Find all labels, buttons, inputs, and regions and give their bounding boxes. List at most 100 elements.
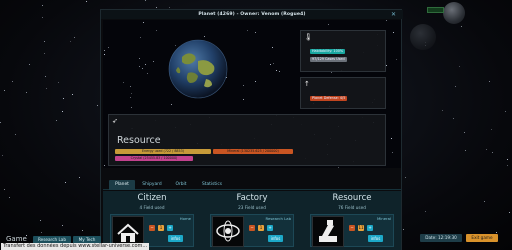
star [40, 219, 42, 221]
star [392, 32, 394, 34]
habitability-box: 🌡 Habitability: 100% 97/129 Cases Used [300, 30, 386, 72]
downgrade-button[interactable]: − [349, 225, 355, 231]
arrow-up-icon: ↑ [304, 80, 310, 88]
star [271, 47, 273, 49]
mineral-bar: Mineral (130235.625 / 200000) [213, 149, 293, 154]
defense-tag: Planet Defense: 4/5 [310, 96, 348, 101]
star [40, 231, 42, 233]
panel-title: Planet (4269) - Owner: Venom (Rogue4) [101, 10, 403, 19]
star [255, 31, 257, 33]
star [509, 212, 511, 214]
star [454, 86, 456, 88]
star [425, 210, 427, 212]
star [242, 85, 244, 87]
status-bar: Transfert des données depuis www.stellar… [1, 243, 150, 250]
star [79, 176, 81, 178]
star [41, 5, 43, 7]
star [103, 50, 105, 52]
top-status-badge[interactable] [427, 7, 444, 13]
star [272, 63, 274, 65]
star [495, 231, 497, 233]
star [155, 30, 157, 32]
star [4, 189, 6, 191]
game-label: Game [6, 235, 27, 243]
close-icon[interactable]: ✕ [390, 11, 397, 18]
star [270, 63, 272, 65]
star [43, 40, 45, 42]
star [330, 71, 332, 73]
star [404, 176, 406, 178]
star [278, 71, 280, 73]
card-name: Research Lab [265, 216, 291, 221]
star [72, 94, 74, 96]
downgrade-button[interactable]: − [149, 225, 155, 231]
defense-box: ↑ Planet Defense: 4/5 [300, 77, 386, 109]
star [463, 132, 465, 134]
energy-bar: Energy used (722 / 8853) [115, 149, 211, 154]
star [45, 88, 47, 90]
star [464, 149, 466, 151]
star [204, 35, 206, 37]
upgrade-button[interactable]: + [267, 225, 273, 231]
column-subtitle: 4 Field used [139, 205, 165, 210]
star [142, 21, 144, 23]
column-title: Factory [236, 193, 268, 203]
star [484, 200, 486, 202]
star [129, 96, 131, 98]
card-name: Mineral [376, 216, 391, 221]
star [130, 86, 132, 88]
tab-orbit[interactable]: Orbit [171, 180, 191, 190]
cursor-icon: ➶ [112, 117, 118, 125]
star [131, 107, 133, 109]
star [57, 82, 59, 84]
star [442, 110, 444, 112]
exit-game-button[interactable]: Exit game [466, 234, 498, 242]
level-count: 1 [258, 225, 264, 231]
star [243, 99, 245, 101]
star [139, 37, 141, 39]
star [42, 17, 44, 19]
star [506, 158, 508, 160]
star [3, 89, 5, 91]
star [104, 164, 106, 166]
star [254, 81, 256, 83]
star [65, 182, 67, 184]
thermometer-icon: 🌡 [304, 33, 313, 41]
star [460, 26, 462, 28]
star [29, 64, 31, 66]
star [85, 0, 87, 2]
star [458, 66, 460, 68]
tab-shipyard[interactable]: Shipyard [139, 180, 165, 190]
tab-statistics[interactable]: Statistics [197, 180, 227, 190]
star [175, 44, 177, 46]
planet-globe [168, 39, 228, 99]
planet-view: 🌡 Habitability: 100% 97/129 Cases Used ↑… [103, 20, 401, 168]
column-title: Citizen [137, 193, 167, 203]
card-name: Home [179, 216, 191, 221]
date-display: Date: 12:19:30 [420, 234, 462, 242]
star [108, 47, 110, 49]
star [391, 152, 393, 154]
star [147, 73, 149, 75]
star [386, 20, 388, 22]
star [63, 97, 65, 99]
star [138, 65, 140, 67]
star [504, 111, 506, 113]
star [61, 224, 63, 226]
level-count: 1 [158, 225, 164, 231]
tab-planet[interactable]: Planet [109, 180, 135, 190]
star [452, 117, 454, 119]
star [55, 119, 57, 121]
star [403, 228, 405, 230]
star [104, 53, 106, 55]
panel-tabs: Planet Shipyard Orbit Statistics [103, 178, 401, 190]
star [170, 103, 172, 105]
star [96, 104, 98, 106]
column-subtitle: 23 Field used [238, 205, 266, 210]
upgrade-button[interactable]: + [167, 225, 173, 231]
star [1, 154, 3, 156]
upgrade-button[interactable]: + [367, 225, 373, 231]
column-title: Resource [332, 193, 372, 203]
star [45, 76, 47, 78]
downgrade-button[interactable]: − [249, 225, 255, 231]
